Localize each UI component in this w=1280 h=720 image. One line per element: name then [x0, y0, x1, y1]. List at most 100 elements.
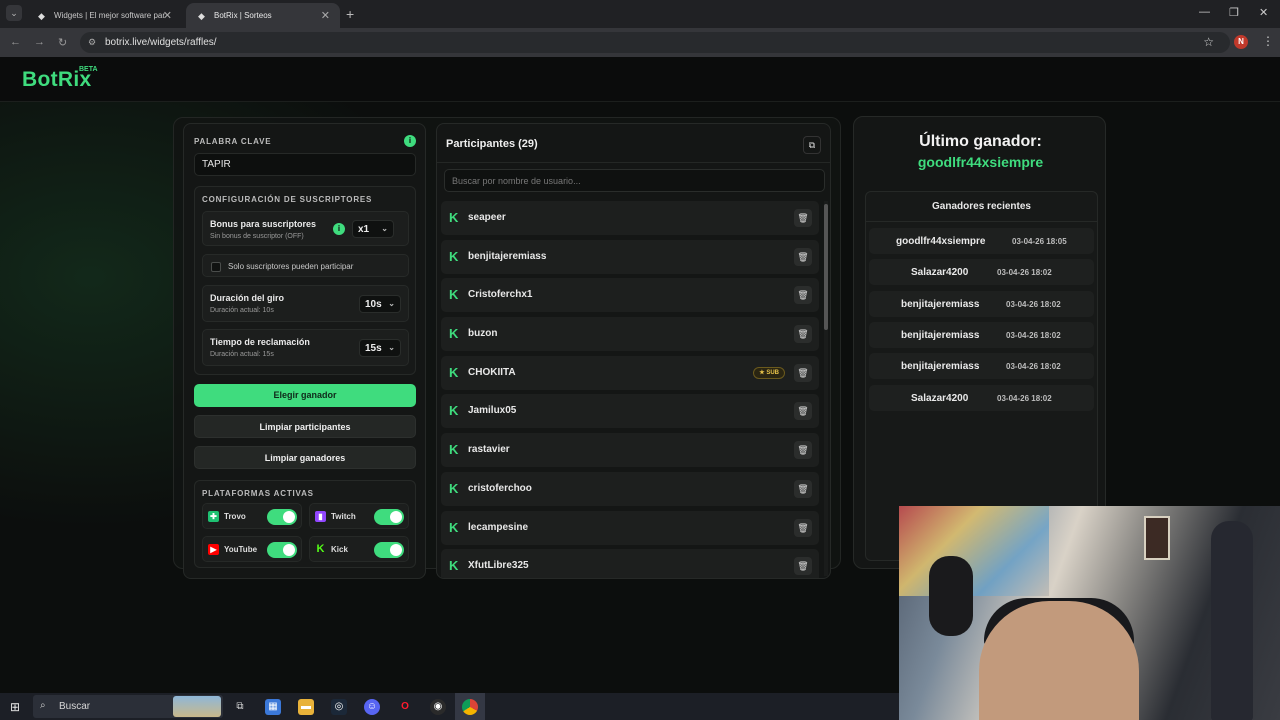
clear-participants-button[interactable]: Limpiar participantes — [194, 415, 416, 438]
claim-time-value: 15s — [365, 343, 382, 354]
info-icon[interactable]: i — [404, 135, 416, 147]
copy-icon[interactable]: ⧉ — [803, 136, 821, 154]
trash-icon[interactable]: 🗑 — [794, 557, 812, 576]
kick-toggle[interactable] — [374, 542, 404, 558]
steam-icon[interactable]: ◎ — [331, 699, 347, 715]
trash-icon[interactable]: 🗑 — [794, 402, 812, 421]
tab-list-button[interactable]: ⌄ — [6, 5, 22, 21]
profile-avatar[interactable]: N — [1234, 35, 1248, 49]
winner-date: 03-04-26 18:02 — [1006, 330, 1061, 340]
streamer — [979, 601, 1139, 720]
winner-row: Salazar4200 03-04-26 18:02 — [869, 259, 1094, 286]
spin-duration-select[interactable]: 10s ⌄ — [359, 295, 401, 313]
winner-row: benjitajeremiass 03-04-26 18:02 — [869, 290, 1094, 317]
trash-icon[interactable]: 🗑 — [794, 325, 812, 344]
store-icon[interactable]: ▦ — [265, 699, 281, 715]
participant-name: lecampesine — [468, 521, 529, 533]
spin-duration-value: 10s — [365, 299, 382, 310]
platform-name: Kick — [331, 545, 348, 554]
chevron-down-icon: ⌄ — [388, 343, 395, 352]
close-icon[interactable]: ✕ — [163, 9, 172, 22]
trash-icon[interactable]: 🗑 — [794, 518, 812, 537]
clear-winners-button[interactable]: Limpiar ganadores — [194, 446, 416, 469]
kick-icon: K — [449, 442, 459, 458]
active-platforms-title: PLATAFORMAS ACTIVAS — [202, 489, 314, 498]
participant-name: rastavier — [468, 444, 510, 456]
bonus-subtitle: Sin bonus de suscriptor (OFF) — [210, 233, 304, 240]
browser-tab-sorteos[interactable]: ◆ BotRix | Sorteos ✕ — [186, 3, 340, 28]
participant-name: seapeer — [468, 212, 506, 223]
participant-row: K XfutLibre325 🗑 — [441, 549, 819, 578]
opera-icon[interactable]: O — [397, 699, 413, 715]
trash-icon[interactable]: 🗑 — [794, 209, 812, 227]
subscriber-bonus-row: Bonus para suscriptores Sin bonus de sus… — [202, 211, 409, 246]
chevron-down-icon: ⌄ — [388, 299, 395, 308]
participant-name: Cristoferchx1 — [468, 289, 533, 301]
winner-name: Salazar4200 — [911, 392, 969, 404]
browser-toolbar: ← → ↻ ⚙ botrix.live/widgets/raffles/ ☆ — [0, 28, 1280, 57]
restore-icon[interactable]: ❐ — [1229, 6, 1239, 19]
discord-icon[interactable]: ☺ — [364, 699, 380, 715]
bookmark-star-icon[interactable]: ☆ — [1203, 35, 1214, 49]
menu-kebab-icon[interactable]: ⋮ — [1262, 34, 1274, 48]
winner-name: goodlfr44xsiempre — [896, 236, 986, 247]
close-icon[interactable]: ✕ — [321, 9, 330, 22]
url-text: botrix.live/widgets/raffles/ — [105, 37, 217, 48]
keyword-input[interactable]: TAPIR — [194, 153, 416, 176]
info-icon[interactable]: i — [333, 223, 345, 235]
winner-date: 03-04-26 18:02 — [997, 393, 1052, 403]
trovo-toggle[interactable] — [267, 509, 297, 525]
graffiti-wall — [899, 506, 1049, 596]
platform-trovo: ✚ Trovo — [202, 503, 302, 529]
obs-icon[interactable]: ◉ — [430, 699, 446, 715]
claim-time-select[interactable]: 15s ⌄ — [359, 339, 401, 357]
trash-icon[interactable]: 🗑 — [794, 479, 812, 498]
platform-youtube: ▶ YouTube — [202, 536, 302, 562]
subscriber-settings-title: CONFIGURACIÓN DE SUSCRIPTORES — [202, 195, 373, 204]
participant-row: K CHOKIITA ★ SUB 🗑 — [441, 355, 819, 390]
platform-name: YouTube — [224, 545, 258, 554]
claim-time-title: Tiempo de reclamación — [210, 337, 310, 347]
keyword-label: PALABRA CLAVE — [194, 137, 272, 146]
participants-title: Participantes (29) — [446, 138, 538, 150]
browser-tab-widgets[interactable]: ◆ Widgets | El mejor software par ✕ — [26, 3, 182, 28]
sub-badge-label: SUB — [766, 369, 779, 376]
participant-name: CHOKIITA — [468, 366, 516, 378]
winner-name: Salazar4200 — [911, 267, 969, 279]
chevron-down-icon: ⌄ — [381, 224, 388, 233]
only-subs-row[interactable]: Solo suscriptores pueden participar — [202, 254, 409, 277]
participants-panel: Participantes (29) ⧉ Buscar por nombre d… — [436, 123, 831, 579]
chrome-icon[interactable] — [462, 699, 478, 715]
forward-icon[interactable]: → — [34, 36, 45, 48]
browser-tabbar: ⌄ ◆ Widgets | El mejor software par ✕ ◆ … — [0, 0, 1280, 28]
address-bar[interactable]: ⚙ botrix.live/widgets/raffles/ ☆ — [80, 32, 1230, 53]
kick-icon: K — [449, 519, 459, 535]
close-window-icon[interactable]: ✕ — [1259, 6, 1268, 19]
minimize-icon[interactable]: — — [1199, 6, 1210, 18]
back-icon[interactable]: ← — [10, 36, 21, 48]
bonus-multiplier-select[interactable]: x1 ⌄ — [352, 220, 394, 238]
twitch-toggle[interactable] — [374, 509, 404, 525]
scrollbar-thumb[interactable] — [824, 204, 828, 330]
participant-list: Kseapeer 🗑 Kbenjitajeremiass 🗑 K Cristoferchx… — [441, 201, 819, 578]
task-view-icon[interactable]: ⧉ — [232, 699, 248, 715]
participant-search-input[interactable]: Buscar por nombre de usuario... — [444, 169, 825, 192]
kick-icon: K — [449, 210, 459, 225]
trash-icon[interactable]: 🗑 — [794, 363, 812, 382]
participant-row: Kbuzon 🗑 — [441, 317, 819, 352]
trash-icon[interactable]: 🗑 — [794, 441, 812, 460]
windows-start-icon[interactable]: ⊞ — [10, 700, 20, 714]
reload-icon[interactable]: ↻ — [58, 36, 67, 49]
tab-title: BotRix | Sorteos — [214, 11, 272, 20]
youtube-toggle[interactable] — [267, 542, 297, 558]
site-info-icon[interactable]: ⚙ — [88, 37, 96, 48]
platform-twitch: ▮ Twitch — [309, 503, 409, 529]
taskbar-search[interactable]: ⌕ Buscar — [33, 695, 223, 718]
only-subs-checkbox[interactable] — [211, 262, 221, 272]
pick-winner-button[interactable]: Elegir ganador — [194, 384, 416, 407]
search-icon: ⌕ — [40, 700, 46, 711]
trash-icon[interactable]: 🗑 — [794, 247, 812, 266]
trash-icon[interactable]: 🗑 — [794, 286, 812, 305]
new-tab-icon[interactable]: + — [346, 6, 354, 22]
file-explorer-icon[interactable]: ▬ — [298, 699, 314, 715]
